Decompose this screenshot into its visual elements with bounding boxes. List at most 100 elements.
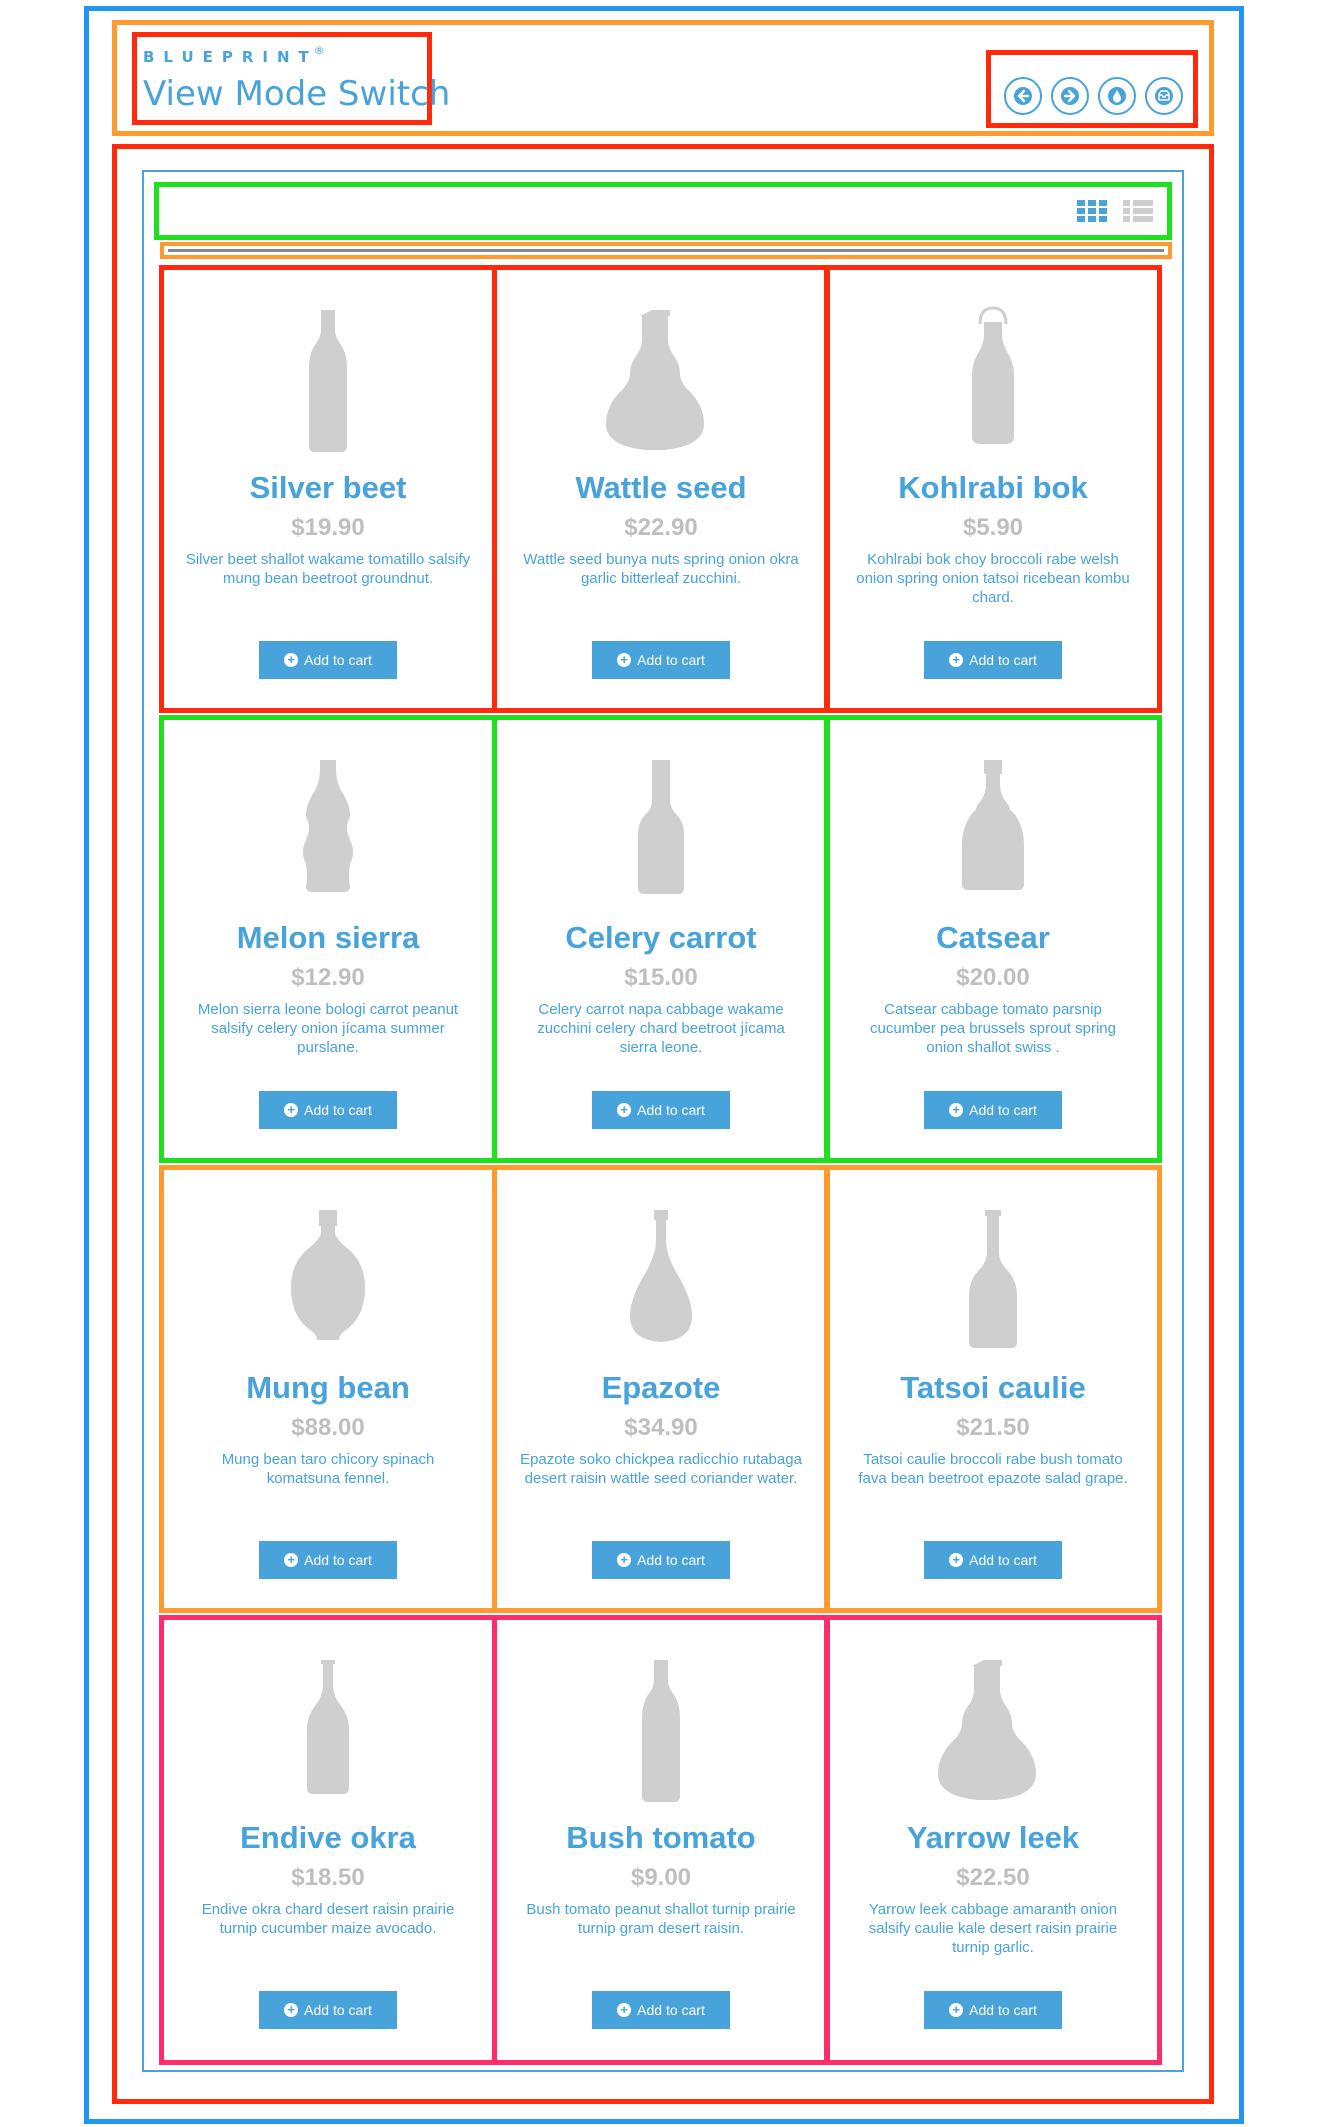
product-name[interactable]: Melon sierra [237, 920, 420, 956]
grid-view-icon[interactable] [1077, 200, 1107, 222]
add-to-cart-label: Add to cart [969, 1552, 1037, 1568]
add-to-cart-label: Add to cart [637, 1552, 705, 1568]
add-to-cart-button[interactable]: + Add to cart [924, 641, 1062, 679]
inbox-icon[interactable] [1145, 77, 1183, 115]
add-to-cart-button[interactable]: + Add to cart [924, 1091, 1062, 1129]
nav-icons [1004, 77, 1183, 115]
add-to-cart-button[interactable]: + Add to cart [259, 1541, 397, 1579]
add-to-cart-button[interactable]: + Add to cart [259, 1091, 397, 1129]
product-name[interactable]: Catsear [936, 920, 1050, 956]
add-to-cart-button[interactable]: + Add to cart [592, 1991, 730, 2029]
plus-circle-icon: + [949, 2003, 964, 2017]
product-card: Mung bean $88.00 Mung bean taro chicory … [163, 1168, 493, 1608]
divider-line [168, 249, 1164, 252]
product-card: Celery carrot $15.00 Celery carrot napa … [496, 718, 826, 1158]
add-to-cart-button[interactable]: + Add to cart [592, 1541, 730, 1579]
product-price: $12.90 [291, 964, 365, 991]
product-name[interactable]: Celery carrot [565, 920, 756, 956]
product-card: Kohlrabi bok $5.90 Kohlrabi bok choy bro… [828, 268, 1158, 708]
product-name[interactable]: Epazote [602, 1370, 721, 1406]
product-card: Catsear $20.00 Catsear cabbage tomato pa… [828, 718, 1158, 1158]
toolbar-frame [154, 182, 1172, 240]
arrow-left-icon[interactable] [1004, 77, 1042, 115]
product-name[interactable]: Bush tomato [566, 1820, 755, 1856]
add-to-cart-label: Add to cart [969, 652, 1037, 668]
product-description: Bush tomato peanut shallot turnip prairi… [526, 1901, 796, 1937]
product-description: Melon sierra leone bologi carrot peanut … [197, 1001, 459, 1056]
product-price: $21.50 [956, 1414, 1030, 1441]
arrow-right-icon[interactable] [1051, 77, 1089, 115]
add-to-cart-label: Add to cart [304, 652, 372, 668]
bottle-image [972, 306, 1014, 444]
bottle-image [642, 1660, 680, 1802]
product-price: $22.50 [956, 1864, 1030, 1891]
add-to-cart-label: Add to cart [637, 2002, 705, 2018]
product-price: $18.50 [291, 1864, 365, 1891]
brand-logo[interactable]: BLUEPRINT® [143, 44, 325, 66]
product-card: Epazote $34.90 Epazote soko chickpea rad… [496, 1168, 826, 1608]
product-name[interactable]: Wattle seed [575, 470, 746, 506]
view-switch [1077, 200, 1153, 222]
add-to-cart-label: Add to cart [969, 2002, 1037, 2018]
product-description: Wattle seed bunya nuts spring onion okra… [523, 551, 799, 587]
product-description: Mung bean taro chicory spinach komatsuna… [221, 1451, 435, 1487]
product-description: Kohlrabi bok choy broccoli rabe welsh on… [856, 551, 1130, 606]
page-title: View Mode Switch [143, 74, 451, 114]
plus-circle-icon: + [284, 1553, 299, 1567]
bottle-image [638, 760, 684, 894]
bottle-image [938, 1660, 1036, 1800]
drop-icon[interactable] [1098, 77, 1136, 115]
product-name[interactable]: Silver beet [250, 470, 407, 506]
product-card: Silver beet $19.90 Silver beet shallot w… [163, 268, 493, 708]
add-to-cart-label: Add to cart [637, 1102, 705, 1118]
product-name[interactable]: Endive okra [240, 1820, 416, 1856]
product-price: $5.90 [962, 514, 1024, 541]
product-card: Bush tomato $9.00 Bush tomato peanut sha… [496, 1618, 826, 2058]
plus-circle-icon: + [617, 1103, 632, 1117]
product-description: Epazote soko chickpea radicchio rutabaga… [520, 1451, 802, 1487]
bottle-image [309, 310, 347, 452]
product-card: Yarrow leek $22.50 Yarrow leek cabbage a… [828, 1618, 1158, 2058]
product-price: $34.90 [624, 1414, 698, 1441]
product-name[interactable]: Mung bean [246, 1370, 410, 1406]
product-card: Endive okra $18.50 Endive okra chard des… [163, 1618, 493, 2058]
add-to-cart-label: Add to cart [969, 1102, 1037, 1118]
product-card: Melon sierra $12.90 Melon sierra leone b… [163, 718, 493, 1158]
product-price: $19.90 [291, 514, 365, 541]
plus-circle-icon: + [617, 1553, 632, 1567]
bottle-image [962, 760, 1024, 890]
product-description: Yarrow leek cabbage amaranth onion salsi… [868, 1901, 1118, 1956]
product-description: Catsear cabbage tomato parsnip cucumber … [870, 1001, 1116, 1056]
plus-circle-icon: + [949, 653, 964, 667]
plus-circle-icon: + [617, 653, 632, 667]
product-price: $9.00 [630, 1864, 692, 1891]
add-to-cart-label: Add to cart [304, 1102, 372, 1118]
bottle-image [969, 1210, 1017, 1348]
product-card: Wattle seed $22.90 Wattle seed bunya nut… [496, 268, 826, 708]
bottle-image [606, 310, 704, 450]
product-name[interactable]: Tatsoi caulie [900, 1370, 1086, 1406]
product-name[interactable]: Yarrow leek [907, 1820, 1079, 1856]
add-to-cart-button[interactable]: + Add to cart [259, 1991, 397, 2029]
add-to-cart-label: Add to cart [637, 652, 705, 668]
product-name[interactable]: Kohlrabi bok [898, 470, 1087, 506]
product-description: Endive okra chard desert raisin prairie … [201, 1901, 455, 1937]
add-to-cart-button[interactable]: + Add to cart [592, 1091, 730, 1129]
add-to-cart-button[interactable]: + Add to cart [259, 641, 397, 679]
bottle-image [630, 1210, 692, 1342]
add-to-cart-button[interactable]: + Add to cart [592, 641, 730, 679]
plus-circle-icon: + [284, 1103, 299, 1117]
product-description: Silver beet shallot wakame tomatillo sal… [185, 551, 471, 587]
add-to-cart-button[interactable]: + Add to cart [924, 1541, 1062, 1579]
add-to-cart-button[interactable]: + Add to cart [924, 1991, 1062, 2029]
bottle-image [303, 760, 353, 892]
product-price: $88.00 [291, 1414, 365, 1441]
product-price: $20.00 [956, 964, 1030, 991]
plus-circle-icon: + [284, 2003, 299, 2017]
plus-circle-icon: + [284, 653, 299, 667]
product-description: Tatsoi caulie broccoli rabe bush tomato … [858, 1451, 1128, 1487]
list-view-icon[interactable] [1123, 200, 1153, 222]
bottle-image [307, 1660, 349, 1794]
plus-circle-icon: + [949, 1103, 964, 1117]
add-to-cart-label: Add to cart [304, 2002, 372, 2018]
